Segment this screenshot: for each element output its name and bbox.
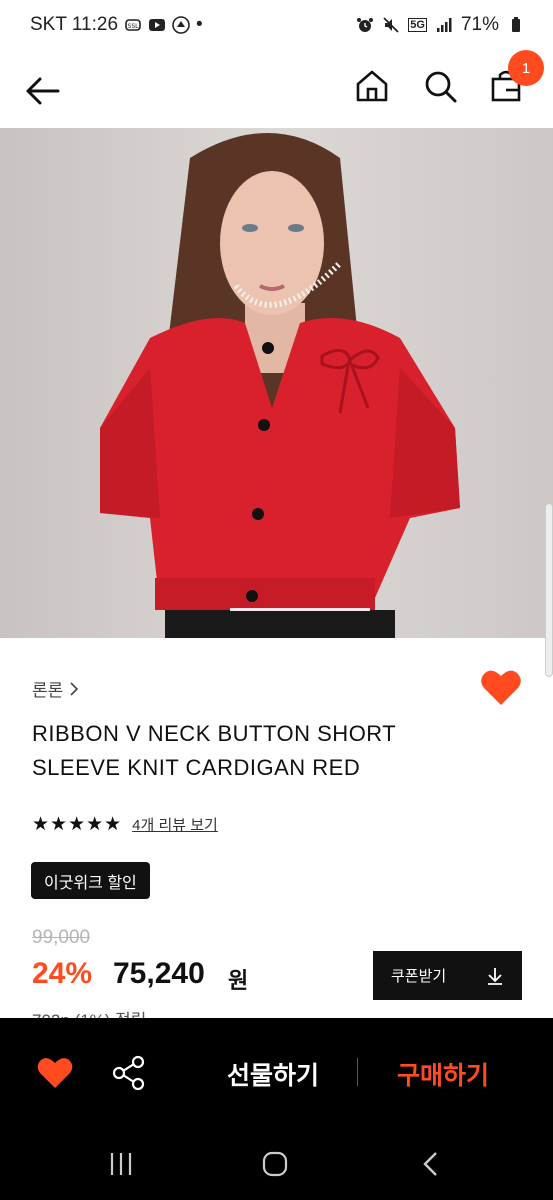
product-title-line2: SLEEVE KNIT CARDIGAN RED: [32, 755, 361, 780]
battery-icon: [512, 17, 520, 32]
product-title: RIBBON V NECK BUTTON SHORT SLEEVE KNIT C…: [32, 717, 462, 785]
top-navigation: 1: [0, 50, 553, 128]
chevron-right-icon: [70, 681, 79, 696]
rating-row: ★★★★★ 4개 리뷰 보기: [32, 813, 218, 836]
status-bar: SKT 11:26 SSL • 5G 71%: [0, 0, 553, 56]
promo-badge: 이굿위크 할인: [31, 862, 150, 899]
ssl-icon: SSL: [125, 19, 141, 31]
cart-count-badge: 1: [508, 50, 544, 86]
like-heart-icon[interactable]: [37, 1056, 73, 1090]
network-label: 5G: [408, 18, 427, 32]
coupon-label: 쿠폰받기: [391, 968, 447, 985]
status-left: SKT 11:26 SSL •: [30, 14, 203, 36]
action-divider: [357, 1058, 358, 1086]
product-title-line1: RIBBON V NECK BUTTON SHORT: [32, 721, 397, 746]
svg-text:SSL: SSL: [128, 23, 140, 30]
product-photo: [0, 128, 553, 638]
coupon-download-button[interactable]: 쿠폰받기: [373, 951, 522, 1000]
review-link[interactable]: 4개 리뷰 보기: [132, 814, 218, 835]
share-icon[interactable]: [110, 1054, 148, 1092]
brand-link[interactable]: 론론: [32, 676, 79, 701]
bottom-action-bar: 선물하기 구매하기: [0, 1018, 553, 1128]
currency-label: 원: [228, 968, 249, 993]
system-back-icon[interactable]: [418, 1150, 444, 1178]
sale-price: 75,240: [113, 957, 205, 990]
status-right: 5G 71%: [356, 14, 525, 36]
app-icon: [172, 16, 190, 34]
battery-text: 71%: [460, 14, 499, 35]
original-price: 99,000: [32, 927, 91, 948]
wishlist-heart-icon[interactable]: [480, 668, 522, 708]
discount-rate: 24%: [32, 957, 93, 990]
system-home-icon[interactable]: [260, 1150, 290, 1178]
signal-icon: [436, 18, 452, 32]
system-navigation-bar: [0, 1128, 553, 1200]
youtube-icon: [149, 19, 166, 31]
back-arrow-icon[interactable]: [22, 70, 64, 112]
rating-stars: ★★★★★: [32, 814, 123, 835]
brand-name: 론론: [32, 681, 64, 700]
search-icon[interactable]: [420, 66, 460, 106]
home-icon[interactable]: [352, 66, 392, 106]
recent-apps-icon[interactable]: [106, 1150, 136, 1178]
carousel-indicator: [230, 608, 370, 611]
gift-button[interactable]: 선물하기: [200, 1056, 346, 1092]
mute-icon: [383, 17, 399, 33]
page-scrollbar[interactable]: [545, 503, 553, 677]
alarm-icon: [357, 18, 374, 32]
carrier-time: SKT 11:26: [30, 14, 119, 35]
status-dot: •: [196, 14, 203, 35]
download-icon: [488, 967, 502, 985]
buy-button[interactable]: 구매하기: [370, 1056, 516, 1092]
product-image-carousel[interactable]: [0, 128, 553, 638]
